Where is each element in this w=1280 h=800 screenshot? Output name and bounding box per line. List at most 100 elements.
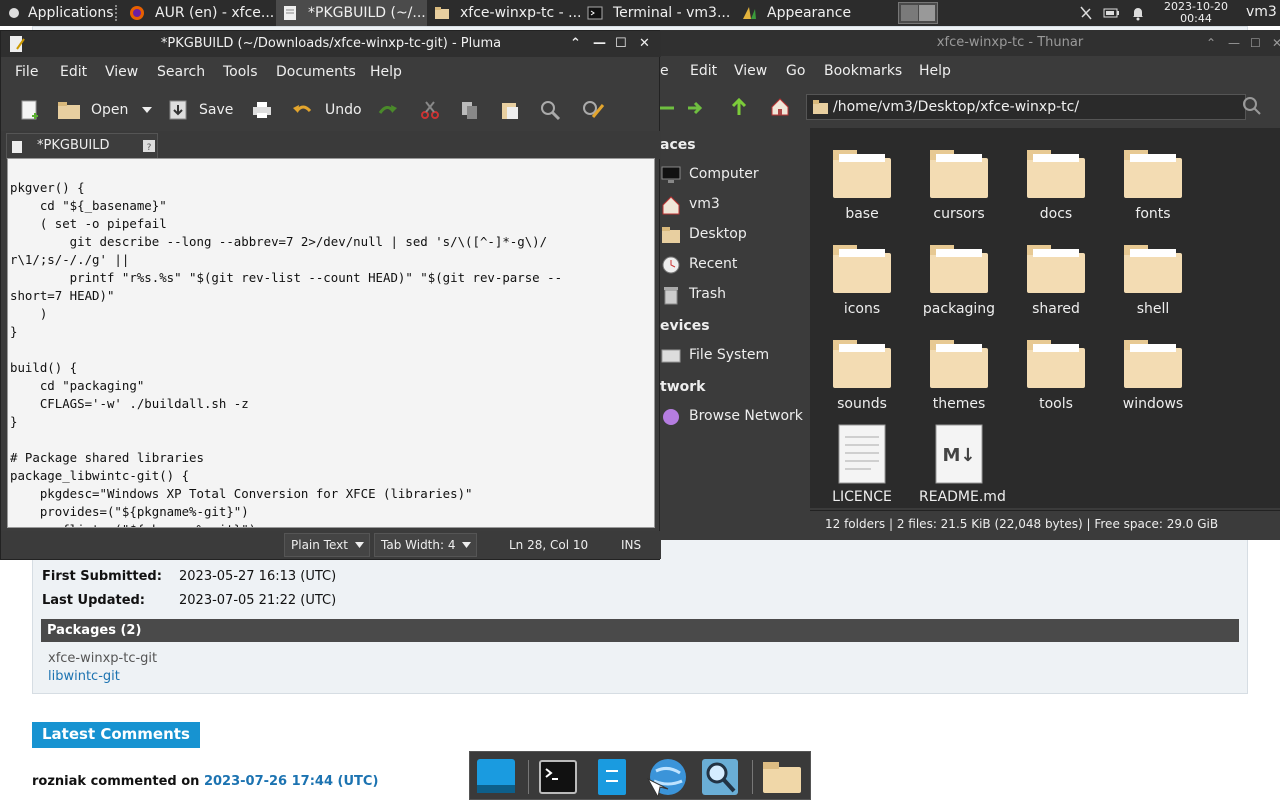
file-manager-icon[interactable] (592, 757, 632, 797)
folder-item[interactable]: docs (1016, 148, 1096, 222)
find-replace-button[interactable] (581, 97, 605, 123)
file-item[interactable]: M↓ README.md (919, 423, 1006, 505)
folder-item[interactable]: themes (919, 338, 999, 412)
folder-item[interactable]: icons (822, 243, 902, 317)
user-menu[interactable]: vm3 (1246, 4, 1277, 20)
menu-bookmarks[interactable]: Bookmarks (824, 63, 902, 79)
new-file-button[interactable] (19, 97, 41, 123)
svg-text:?: ? (147, 143, 152, 152)
folder-item[interactable]: shared (1016, 243, 1096, 317)
menu-documents[interactable]: Documents (276, 64, 356, 80)
folder-item[interactable]: tools (1016, 338, 1096, 412)
comment-date-link[interactable]: 2023-07-26 17:44 (UTC) (204, 774, 378, 789)
workspace-switcher[interactable] (898, 2, 938, 24)
syntax-dropdown[interactable]: Plain Text (284, 533, 370, 557)
undo-button[interactable]: Undo (291, 97, 362, 123)
battery-icon[interactable] (1103, 5, 1119, 21)
save-button[interactable]: Save (167, 97, 233, 123)
task-appearance[interactable]: Appearance (735, 0, 887, 26)
close-icon[interactable]: ✕ (639, 36, 650, 51)
tab-pkgbuild[interactable]: *PKGBUILD ? (6, 133, 158, 159)
maximize-icon[interactable]: ☐ (615, 36, 627, 51)
code-editor[interactable]: pkgver() { cd "${_basename}" ( set -o pi… (7, 158, 655, 528)
workspace-2[interactable] (919, 5, 935, 21)
app-finder-icon[interactable] (700, 757, 740, 797)
copy-button[interactable] (459, 97, 481, 123)
insert-mode: INS (621, 538, 642, 552)
folder-icon (435, 7, 449, 19)
menu-edit[interactable]: Edit (690, 63, 717, 79)
menu-view[interactable]: View (734, 63, 767, 79)
open-button[interactable]: Open (57, 97, 153, 123)
thunar-titlebar[interactable]: xfce-winxp-tc - Thunar (640, 30, 1280, 56)
workspace-1[interactable] (901, 5, 918, 21)
shade-icon[interactable]: ⌃ (570, 36, 581, 51)
save-icon (169, 100, 187, 120)
task-thunar[interactable]: xfce-winxp-tc - ... (428, 0, 580, 26)
sidebar-item-vm3[interactable]: vm3 (689, 196, 720, 212)
folder-icon (930, 150, 988, 198)
sidebar-item-browse-network[interactable]: Browse Network (689, 408, 803, 424)
clock[interactable]: 2023-10-20 00:44 (1158, 0, 1234, 25)
task-terminal[interactable]: Terminal - vm3... (581, 0, 733, 26)
find-button[interactable] (539, 97, 561, 123)
chevron-down-icon[interactable] (142, 106, 153, 114)
menu-help[interactable]: Help (919, 63, 951, 79)
desktop-folder-icon (662, 227, 680, 243)
folder-item[interactable]: base (822, 148, 902, 222)
sidebar-item-trash[interactable]: Trash (689, 286, 726, 302)
tab-width-dropdown[interactable]: Tab Width: 4 (374, 533, 477, 557)
comment-author: rozniak commented on (32, 774, 204, 789)
terminal-icon[interactable] (538, 757, 578, 797)
package-link[interactable]: xfce-winxp-tc-git (48, 651, 157, 666)
menu-help[interactable]: Help (370, 64, 402, 80)
forward-arrow-icon[interactable] (686, 99, 704, 117)
file-item[interactable]: LICENCE (822, 423, 902, 505)
close-icon[interactable]: ✕ (1272, 36, 1280, 50)
maximize-icon[interactable]: ☐ (1250, 36, 1261, 50)
tab-close-icon[interactable]: ? (143, 140, 155, 152)
task-pluma[interactable]: *PKGBUILD (~/... (276, 0, 427, 26)
minimize-icon[interactable]: — (593, 36, 606, 51)
print-button[interactable] (251, 97, 273, 123)
search-icon (541, 101, 561, 121)
home-icon[interactable] (770, 97, 790, 117)
minimize-icon[interactable]: — (1228, 36, 1240, 50)
menu-search[interactable]: Search (157, 64, 205, 80)
folder-item[interactable]: fonts (1113, 148, 1193, 222)
up-arrow-icon[interactable] (730, 97, 748, 117)
sidebar-item-computer[interactable]: Computer (689, 166, 759, 182)
pluma-titlebar[interactable]: *PKGBUILD (~/Downloads/xfce-winxp-tc-git… (1, 31, 661, 57)
sidebar-item-recent[interactable]: Recent (689, 256, 737, 272)
sidebar-item-desktop[interactable]: Desktop (689, 226, 747, 242)
menu-file[interactable]: File (15, 64, 38, 80)
menu-view[interactable]: View (105, 64, 138, 80)
network-disconnected-icon[interactable] (1078, 5, 1094, 21)
package-link[interactable]: libwintc-git (48, 669, 120, 684)
menu-edit-partial[interactable]: e (660, 63, 669, 79)
location-bar[interactable]: /home/vm3/Desktop/xfce-winxp-tc/ (806, 94, 1246, 120)
folder-item[interactable]: cursors (919, 148, 999, 222)
minimize-icon[interactable]: ⌃ (1206, 36, 1216, 50)
folder-icon (833, 340, 891, 388)
web-browser-globe-icon[interactable] (646, 757, 686, 797)
menu-edit[interactable]: Edit (60, 64, 87, 80)
task-aur-browser[interactable]: AUR (en) - xfce... (123, 0, 275, 26)
back-arrow-icon[interactable] (660, 99, 678, 117)
folder-icon[interactable] (762, 757, 802, 797)
applications-menu-button[interactable]: Applications (0, 0, 114, 26)
menu-go[interactable]: Go (786, 63, 805, 79)
search-icon[interactable] (1242, 96, 1262, 116)
paste-button[interactable] (499, 97, 521, 123)
folder-item[interactable]: windows (1113, 338, 1193, 412)
cut-button[interactable] (419, 97, 441, 123)
task-label: xfce-winxp-tc - ... (460, 5, 580, 21)
folder-item[interactable]: sounds (822, 338, 902, 412)
folder-item[interactable]: packaging (919, 243, 999, 317)
folder-item[interactable]: shell (1113, 243, 1193, 317)
notification-bell-icon[interactable] (1130, 5, 1146, 21)
show-desktop-icon[interactable] (476, 757, 516, 797)
redo-button[interactable] (377, 97, 399, 123)
sidebar-item-filesystem[interactable]: File System (689, 347, 769, 363)
menu-tools[interactable]: Tools (223, 64, 258, 80)
